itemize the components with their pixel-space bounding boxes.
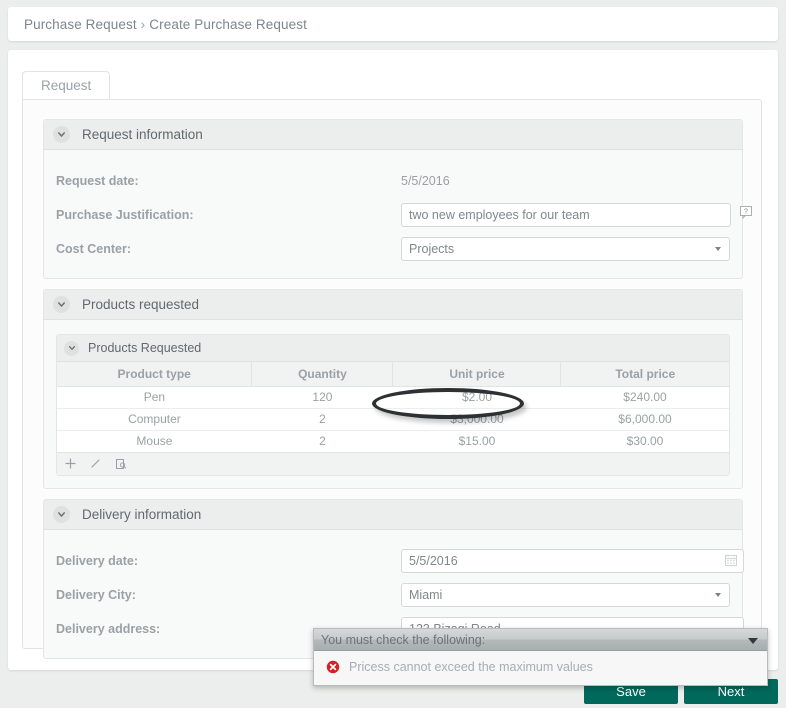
form-area: Request information Request date: 5/5/20… xyxy=(43,119,752,669)
calendar-icon[interactable] xyxy=(724,553,739,568)
validation-popup: You must check the following: Pricess ca… xyxy=(313,628,768,686)
inner-section-title: Products Requested xyxy=(88,341,202,355)
delivery-date-control xyxy=(401,548,744,573)
section-body-request-information: Request date: 5/5/2016 Purchase Justific… xyxy=(44,150,752,278)
cell-quantity[interactable]: 120 xyxy=(251,386,393,409)
svg-text:?: ? xyxy=(744,209,748,216)
tab-panel-request: Request information Request date: 5/5/20… xyxy=(22,99,762,659)
cell-total-price[interactable]: $6,000.00 xyxy=(560,408,729,431)
table-row[interactable]: Computer 2 $3,000.00 $6,000.00 xyxy=(57,408,729,431)
validation-message: Pricess cannot exceed the maximum values xyxy=(349,660,593,674)
section-header-products-requested[interactable]: Products requested xyxy=(44,290,742,320)
chevron-down-icon[interactable] xyxy=(715,247,721,251)
purchase-justification-input[interactable] xyxy=(401,203,731,227)
inner-section-header[interactable]: Products Requested xyxy=(57,335,729,362)
purchase-justification-control: ? xyxy=(401,203,752,227)
cell-unit-price[interactable]: $15.00 xyxy=(392,430,561,453)
purchase-justification-label: Purchase Justification: xyxy=(56,208,194,222)
cell-product-type[interactable]: Computer xyxy=(57,408,252,431)
breadcrumb: Purchase Request › Create Purchase Request xyxy=(24,17,307,32)
tab-request-label: Request xyxy=(41,78,92,93)
request-date-value: 5/5/2016 xyxy=(401,174,450,188)
breadcrumb-root[interactable]: Purchase Request xyxy=(24,17,137,32)
delivery-city-label: Delivery City: xyxy=(56,587,136,602)
main-card: Request Request information Request date… xyxy=(8,50,778,670)
triangle-down-icon[interactable] xyxy=(748,638,758,644)
breadcrumb-current: Create Purchase Request xyxy=(149,16,307,32)
section-title: Request information xyxy=(82,127,203,142)
field-row-delivery-date: Delivery date: xyxy=(44,544,744,578)
breadcrumb-separator: › xyxy=(140,16,146,32)
cost-center-label: Cost Center: xyxy=(56,242,132,256)
section-products-requested: Products requested Products Requested Pr… xyxy=(43,289,743,489)
chevron-down-icon[interactable] xyxy=(53,505,70,523)
delivery-city-dropdown[interactable]: Miami xyxy=(401,582,730,607)
cost-center-value: Projects xyxy=(409,242,455,256)
section-request-information: Request information Request date: 5/5/20… xyxy=(43,119,752,279)
chevron-down-icon[interactable] xyxy=(64,340,79,356)
request-date-label: Request date: xyxy=(56,174,139,188)
cell-quantity[interactable]: 2 xyxy=(251,430,393,453)
comment-help-icon[interactable]: ? xyxy=(739,205,753,220)
inner-section-products-requested: Products Requested Product type Quantity… xyxy=(56,334,730,476)
cell-total-price[interactable]: $30.00 xyxy=(560,430,729,453)
field-row-cost-center: Cost Center: Projects xyxy=(44,232,742,266)
grid-toolbar xyxy=(57,452,729,475)
table-header-row: Product type Quantity Unit price Total p… xyxy=(57,362,729,387)
validation-popup-title: You must check the following: xyxy=(321,632,486,647)
column-header-unit-price[interactable]: Unit price xyxy=(392,362,562,387)
breadcrumb-bar: Purchase Request › Create Purchase Request xyxy=(8,7,778,41)
section-header-request-information[interactable]: Request information xyxy=(44,120,742,150)
section-title: Delivery information xyxy=(82,506,202,522)
edit-row-icon[interactable] xyxy=(88,456,103,471)
field-row-purchase-justification: Purchase Justification: ? xyxy=(44,198,752,232)
chevron-down-icon[interactable] xyxy=(53,126,70,143)
products-table: Product type Quantity Unit price Total p… xyxy=(57,362,729,453)
cell-quantity[interactable]: 2 xyxy=(251,408,393,431)
column-header-product-type[interactable]: Product type xyxy=(57,362,253,387)
tab-strip: Request xyxy=(22,70,111,100)
table-row[interactable]: Pen 120 $2.00 $240.00 xyxy=(57,386,729,409)
column-header-total-price[interactable]: Total price xyxy=(560,362,729,387)
cell-product-type[interactable]: Mouse xyxy=(57,430,252,453)
section-header-delivery-information[interactable]: Delivery information xyxy=(44,499,742,530)
add-row-icon[interactable] xyxy=(63,456,78,471)
tab-request[interactable]: Request xyxy=(22,71,111,100)
cell-unit-price[interactable]: $3,000.00 xyxy=(392,408,561,431)
section-body-products-requested: Products Requested Product type Quantity… xyxy=(44,320,742,488)
duplicate-row-icon[interactable] xyxy=(113,456,128,471)
delivery-city-value: Miami xyxy=(409,587,443,602)
column-header-quantity[interactable]: Quantity xyxy=(251,362,394,387)
validation-popup-header[interactable]: You must check the following: xyxy=(314,629,767,651)
chevron-down-icon[interactable] xyxy=(715,592,721,597)
delivery-date-input[interactable] xyxy=(401,548,744,573)
error-x-icon xyxy=(326,660,340,674)
field-row-delivery-city: Delivery City: Miami xyxy=(44,578,742,612)
section-title: Products requested xyxy=(82,297,200,312)
field-row-request-date: Request date: 5/5/2016 xyxy=(44,164,742,198)
cost-center-dropdown[interactable]: Projects xyxy=(401,237,730,261)
chevron-down-icon[interactable] xyxy=(53,296,70,313)
validation-popup-body: Pricess cannot exceed the maximum values xyxy=(314,651,767,674)
cell-total-price[interactable]: $240.00 xyxy=(560,386,729,409)
cell-unit-price[interactable]: $2.00 xyxy=(392,386,561,409)
table-row[interactable]: Mouse 2 $15.00 $30.00 xyxy=(57,430,729,453)
delivery-date-label: Delivery date: xyxy=(56,553,138,568)
cell-product-type[interactable]: Pen xyxy=(57,386,252,409)
